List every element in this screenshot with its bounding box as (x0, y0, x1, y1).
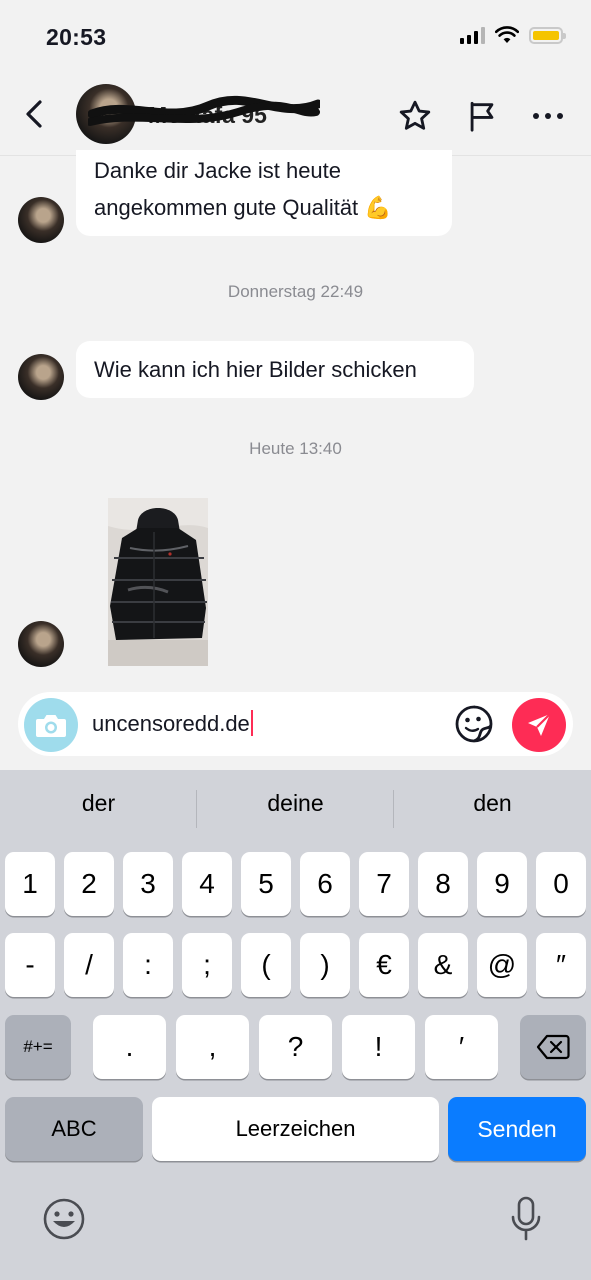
send-button[interactable] (512, 698, 566, 752)
camera-button[interactable] (24, 698, 78, 752)
key[interactable]: € (359, 933, 409, 997)
camera-icon (36, 715, 66, 737)
message-text: angekommen gute Qualität 💪 (94, 195, 392, 220)
keyboard: der deine den 1 2 3 4 5 6 7 8 9 0 - / : … (0, 770, 591, 1280)
key[interactable]: ? (259, 1015, 332, 1079)
backspace-icon (536, 1034, 570, 1060)
suggestion-item[interactable]: den (394, 790, 591, 817)
more-icon (533, 113, 563, 119)
key[interactable]: ) (300, 933, 350, 997)
key[interactable]: @ (477, 933, 527, 997)
key[interactable]: : (123, 933, 173, 997)
text-caret (250, 710, 253, 736)
key[interactable]: & (418, 933, 468, 997)
status-time: 20:53 (46, 24, 107, 50)
message-bubble: Danke dir Jacke ist heute angekommen gut… (76, 150, 452, 236)
sender-avatar[interactable] (18, 197, 64, 243)
key[interactable]: 8 (418, 852, 468, 916)
flag-icon (470, 101, 494, 132)
suggestion-bar: der deine den (0, 770, 591, 848)
chat-header: Mostafa 95 (0, 72, 591, 156)
favorite-button[interactable] (395, 96, 435, 136)
emoji-keyboard-button[interactable] (39, 1194, 89, 1244)
more-button[interactable] (528, 96, 568, 136)
jacket-image (108, 498, 208, 666)
timestamp: Donnerstag 22:49 (227, 282, 364, 301)
message-input[interactable]: uncensoredd.de (92, 710, 253, 737)
key[interactable]: ′ (425, 1015, 498, 1079)
sender-avatar[interactable] (18, 354, 64, 400)
message-photo[interactable] (108, 498, 208, 666)
timestamp: Heute 13:40 (249, 439, 342, 458)
send-icon (528, 713, 551, 736)
star-icon (399, 100, 431, 130)
key[interactable]: . (93, 1015, 166, 1079)
space-key[interactable]: Leerzeichen (152, 1097, 439, 1161)
message-text: Wie kann ich hier Bilder schicken (94, 357, 417, 382)
key[interactable]: , (176, 1015, 249, 1079)
battery-icon (529, 26, 566, 44)
key[interactable]: 3 (123, 852, 173, 916)
suggestion-item[interactable]: der (0, 790, 197, 817)
status-icons (460, 26, 566, 44)
symbols-toggle-key[interactable]: #+= (5, 1015, 71, 1079)
key[interactable]: 5 (241, 852, 291, 916)
key[interactable]: 0 (536, 852, 586, 916)
key[interactable]: - (5, 933, 55, 997)
chevron-left-icon (26, 100, 42, 128)
key[interactable]: 9 (477, 852, 527, 916)
message-text: Danke dir Jacke ist heute (94, 158, 342, 183)
key[interactable]: 4 (182, 852, 232, 916)
key[interactable]: ( (241, 933, 291, 997)
key[interactable]: 6 (300, 852, 350, 916)
sticker-icon (455, 705, 493, 743)
message-input-value: uncensoredd.de (92, 711, 250, 736)
sticker-button[interactable] (454, 704, 494, 744)
dictation-button[interactable] (501, 1194, 551, 1244)
sender-avatar[interactable] (18, 621, 64, 667)
emoji-icon (43, 1198, 85, 1240)
key[interactable]: 7 (359, 852, 409, 916)
key[interactable]: ″ (536, 933, 586, 997)
key[interactable]: ; (182, 933, 232, 997)
wifi-icon (495, 26, 519, 43)
key[interactable]: ! (342, 1015, 415, 1079)
key[interactable]: 2 (64, 852, 114, 916)
key[interactable]: 1 (5, 852, 55, 916)
status-bar: 20:53 (0, 0, 591, 72)
message-composer: uncensoredd.de (18, 692, 573, 756)
report-button[interactable] (462, 96, 502, 136)
microphone-icon (511, 1196, 541, 1241)
delete-key[interactable] (520, 1015, 586, 1079)
send-key[interactable]: Senden (448, 1097, 586, 1161)
back-button[interactable] (18, 94, 50, 134)
abc-key[interactable]: ABC (5, 1097, 143, 1161)
key[interactable]: / (64, 933, 114, 997)
message-bubble: Wie kann ich hier Bilder schicken (76, 341, 474, 398)
signal-icon (460, 26, 485, 44)
suggestion-item[interactable]: deine (197, 790, 394, 817)
name-redaction-scribble (88, 95, 320, 126)
